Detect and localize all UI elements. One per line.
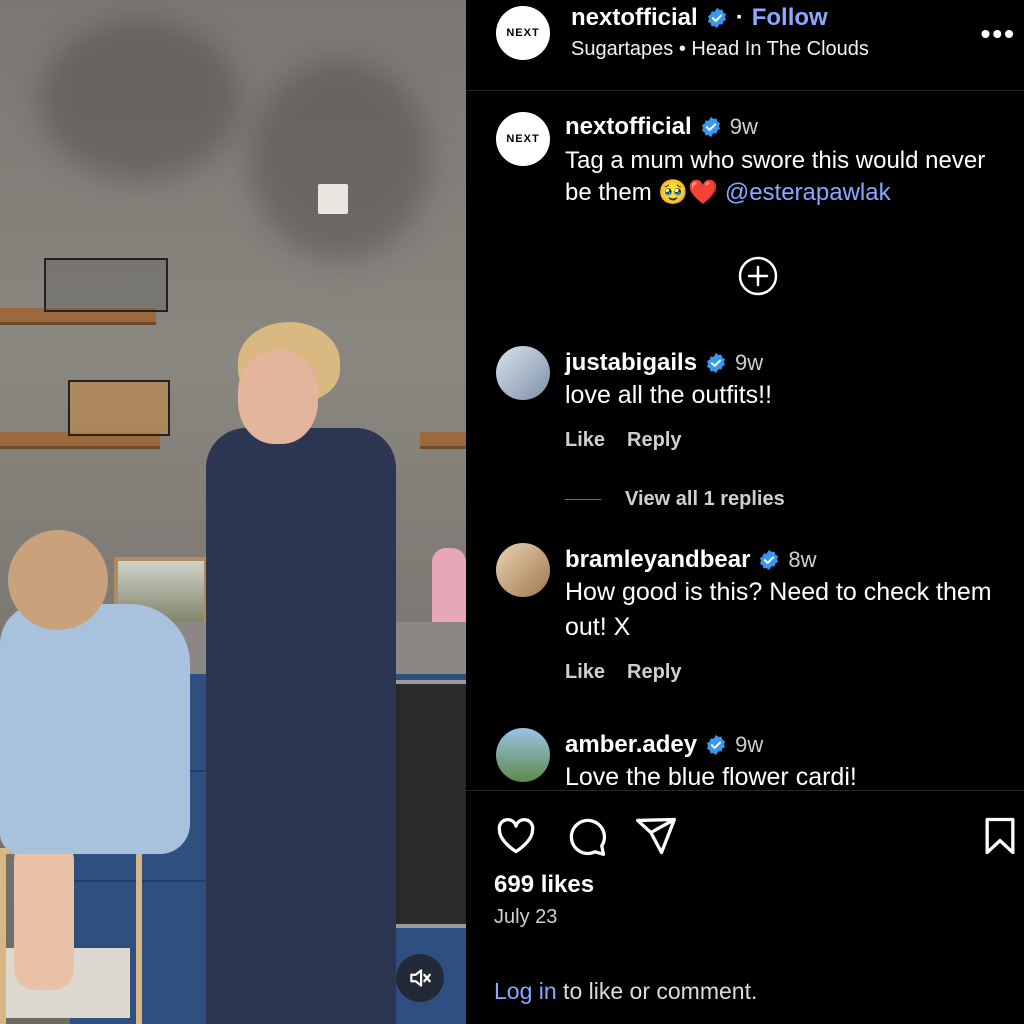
comment-username[interactable]: bramleyandbear	[565, 546, 750, 574]
login-prompt: Log in to like or comment.	[494, 978, 757, 1005]
verified-icon	[707, 7, 726, 29]
child-figure	[0, 604, 190, 854]
comment-like-button[interactable]: Like	[565, 429, 605, 452]
verified-icon	[760, 549, 779, 571]
pink-kettle	[432, 548, 466, 626]
load-more-comments-icon[interactable]	[738, 256, 778, 296]
comment-reply-button[interactable]: Reply	[627, 429, 681, 452]
child-legs	[14, 840, 74, 990]
view-replies-button[interactable]: View all 1 replies	[565, 488, 785, 511]
wall-texture	[250, 60, 430, 260]
login-prompt-text: to like or comment.	[556, 978, 758, 1004]
caption-username[interactable]: nextofficial	[565, 113, 692, 141]
likes-count[interactable]: 699 likes	[494, 871, 594, 899]
fruit-basket	[68, 380, 170, 436]
comment-header: amber.adey 9w	[565, 731, 763, 759]
view-replies-label: View all 1 replies	[625, 488, 785, 510]
separator-dot: ·	[735, 4, 744, 31]
more-options-icon[interactable]: •••	[981, 18, 1016, 50]
post-header-user: nextofficial · Follow	[571, 4, 828, 32]
comment-username[interactable]: justabigails	[565, 349, 697, 377]
bookmark-icon[interactable]	[978, 814, 1022, 858]
comment-text: How good is this? Need to check them out…	[565, 578, 992, 641]
post-sidebar: NEXT nextofficial · Follow Sugartapes • …	[466, 0, 1024, 1024]
header-divider	[466, 90, 1024, 91]
wall-texture	[40, 20, 240, 180]
caption-mention-link[interactable]: @esterapawlak	[725, 179, 891, 206]
comment-timestamp: 9w	[735, 350, 764, 375]
heart-icon[interactable]	[494, 814, 538, 858]
login-link[interactable]: Log in	[494, 978, 557, 1004]
comment-timestamp: 8w	[788, 547, 817, 572]
author-username[interactable]: nextofficial	[571, 4, 698, 32]
post-date: July 23	[494, 906, 558, 928]
verified-icon	[706, 352, 726, 374]
comment-header: justabigails 9w	[565, 349, 763, 377]
commenter-avatar[interactable]	[496, 543, 550, 597]
author-avatar-logo-text: NEXT	[506, 27, 540, 39]
woman-face	[238, 350, 318, 444]
comment-reply-button[interactable]: Reply	[627, 661, 681, 684]
replies-line	[565, 499, 601, 500]
caption-author-avatar[interactable]: NEXT	[496, 112, 550, 166]
verified-icon	[701, 116, 720, 138]
comment-actions: Like Reply	[565, 429, 682, 452]
wall-outlet	[318, 184, 348, 214]
caption-header: nextofficial 9w	[565, 113, 758, 141]
commenter-avatar[interactable]	[496, 728, 550, 782]
comment-like-button[interactable]: Like	[565, 661, 605, 684]
comment-timestamp: 9w	[735, 732, 764, 757]
basket-upper	[44, 258, 168, 312]
verified-icon	[707, 734, 726, 756]
comment-actions: Like Reply	[565, 661, 682, 684]
commenter-avatar[interactable]	[496, 346, 550, 400]
caption-timestamp: 9w	[729, 114, 758, 139]
child-head	[8, 530, 108, 630]
comment-text: love all the outfits!!	[565, 381, 773, 409]
audio-track[interactable]: Sugartapes • Head In The Clouds	[571, 38, 869, 61]
caption-text: Tag a mum who swore this would never be …	[565, 145, 1015, 209]
comment-username[interactable]: amber.adey	[565, 731, 697, 759]
woman-figure	[206, 428, 396, 1024]
caption-avatar-logo-text: NEXT	[506, 133, 540, 145]
follow-button[interactable]: Follow	[752, 4, 828, 32]
comment-header: bramleyandbear 8w	[565, 546, 817, 574]
post-media-video[interactable]	[0, 0, 466, 1024]
mute-button[interactable]	[396, 954, 444, 1002]
mute-icon	[410, 969, 431, 987]
author-avatar[interactable]: NEXT	[496, 6, 550, 60]
action-bar-divider	[466, 790, 1024, 791]
shelf-right	[420, 432, 466, 449]
share-icon[interactable]	[634, 814, 678, 858]
comment-icon[interactable]	[564, 814, 608, 858]
